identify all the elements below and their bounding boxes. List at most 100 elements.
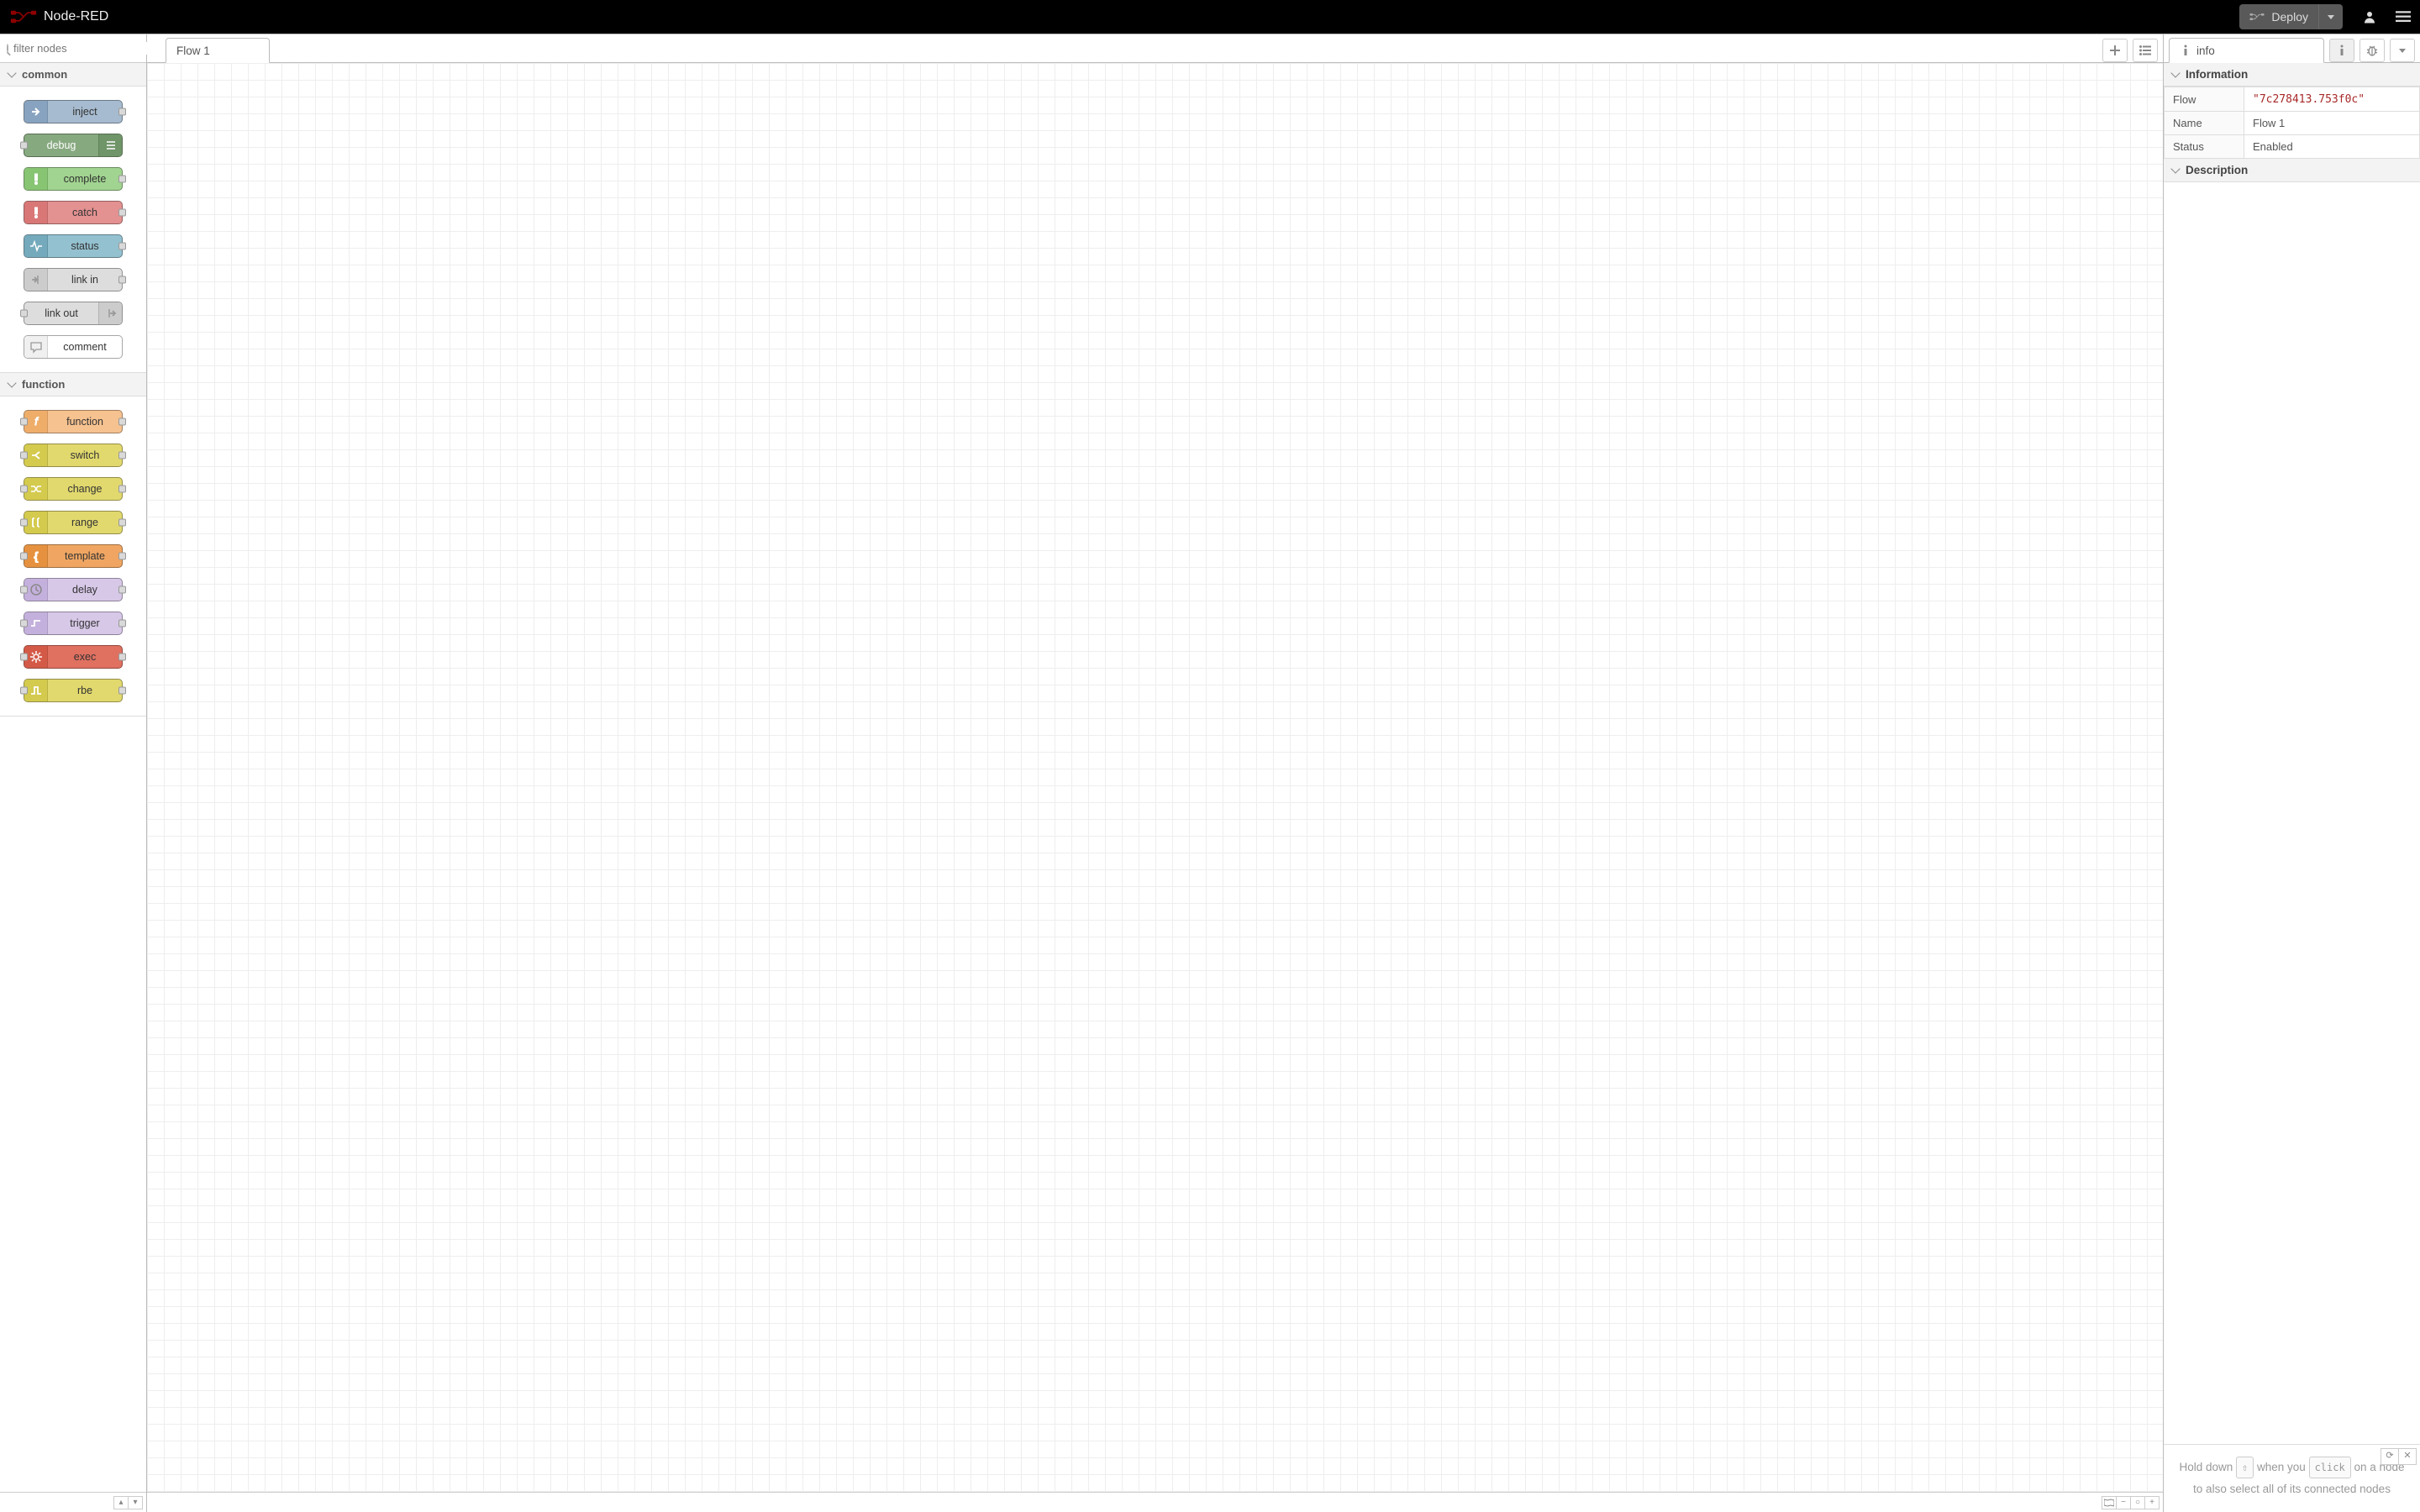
bug-icon <box>2365 45 2379 56</box>
user-icon <box>2362 9 2377 24</box>
range-icon <box>24 512 48 533</box>
sidebar-btn-debug[interactable] <box>2360 39 2385 62</box>
brace-icon <box>24 545 48 567</box>
palette-category-function[interactable]: function <box>0 373 146 396</box>
switch-icon <box>24 444 48 466</box>
node-port-right <box>118 586 126 594</box>
palette-node-delay[interactable]: delay <box>24 578 123 601</box>
table-row: Flow"7c278413.753f0c" <box>2165 87 2420 112</box>
deploy-icon <box>2249 11 2265 23</box>
palette-category-common[interactable]: common <box>0 63 146 87</box>
palette-body[interactable]: common inject debug complete catch status link… <box>0 63 146 1492</box>
node-port-right <box>118 687 126 695</box>
zoom-in-button[interactable]: + <box>2144 1496 2160 1509</box>
map-icon <box>2104 1499 2114 1507</box>
palette-node-catch[interactable]: catch <box>24 201 123 224</box>
plus-icon <box>2110 45 2120 55</box>
palette-node-complete[interactable]: complete <box>24 167 123 191</box>
info-icon <box>2338 45 2346 56</box>
caret-down-icon <box>2328 15 2334 19</box>
palette-node-rbe[interactable]: rbe <box>24 679 123 702</box>
node-label: link out <box>24 307 98 319</box>
list-icon <box>2139 45 2151 55</box>
user-button[interactable] <box>2353 0 2386 34</box>
palette-node-trigger[interactable]: trigger <box>24 612 123 635</box>
palette-node-change[interactable]: change <box>24 477 123 501</box>
menu-button[interactable] <box>2386 0 2420 34</box>
node-port-left <box>20 310 28 318</box>
app-header: Node-RED Deploy <box>0 0 2420 34</box>
trigger-icon <box>24 612 48 634</box>
palette-panel: common inject debug complete catch status link… <box>0 34 147 1512</box>
node-label: template <box>48 550 122 562</box>
chevron-down-icon <box>7 378 16 387</box>
tab-flow-1[interactable]: Flow 1 <box>166 38 270 63</box>
rbe-icon <box>24 680 48 701</box>
add-tab-button[interactable] <box>2102 39 2128 62</box>
node-port-left <box>20 620 28 627</box>
palette-search[interactable] <box>0 34 146 63</box>
zoom-reset-button[interactable]: ○ <box>2130 1496 2145 1509</box>
node-port-right <box>118 519 126 527</box>
node-label: comment <box>48 341 122 353</box>
navigator-button[interactable] <box>2102 1496 2117 1509</box>
node-label: rbe <box>48 685 122 696</box>
hamburger-icon <box>2395 9 2412 24</box>
zoom-out-button[interactable]: − <box>2116 1496 2131 1509</box>
workspace: Flow 1 − ○ + <box>147 34 2163 1512</box>
palette-node-template[interactable]: template <box>24 544 123 568</box>
node-port-right <box>118 276 126 284</box>
palette-node-debug[interactable]: debug <box>24 134 123 157</box>
exclaim-icon <box>24 202 48 223</box>
tip-box: ⟳ ✕ Hold down ⇧ when you click on a node… <box>2164 1444 2420 1512</box>
palette-node-range[interactable]: range <box>24 511 123 534</box>
sidebar-btn-more[interactable] <box>2390 39 2415 62</box>
chevron-down-icon <box>2170 68 2180 77</box>
section-description[interactable]: Description <box>2164 159 2420 182</box>
palette-node-link-out[interactable]: link out <box>24 302 123 325</box>
node-port-left <box>20 452 28 459</box>
comment-icon <box>24 336 48 358</box>
node-label: delay <box>48 584 122 596</box>
sidebar-tab-info[interactable]: info <box>2169 38 2324 63</box>
node-port-right <box>118 486 126 493</box>
palette-collapse-all[interactable]: ▴ <box>113 1496 129 1509</box>
palette-node-comment[interactable]: comment <box>24 335 123 359</box>
tip-refresh[interactable]: ⟳ <box>2381 1448 2399 1465</box>
palette-node-link-in[interactable]: link in <box>24 268 123 291</box>
node-port-right <box>118 452 126 459</box>
palette-node-exec[interactable]: exec <box>24 645 123 669</box>
sidebar-tabs: info <box>2164 34 2420 63</box>
chevron-down-icon <box>7 68 16 77</box>
palette-node-switch[interactable]: switch <box>24 444 123 467</box>
tabs-list-button[interactable] <box>2133 39 2158 62</box>
node-port-left <box>20 687 28 695</box>
deploy-button[interactable]: Deploy <box>2239 4 2343 29</box>
workspace-tabs: Flow 1 <box>147 34 2163 63</box>
flow-canvas[interactable] <box>147 63 2163 1492</box>
node-port-right <box>118 620 126 627</box>
node-port-left <box>20 142 28 150</box>
node-port-left <box>20 553 28 560</box>
shuffle-icon <box>24 478 48 500</box>
kbd-click: click <box>2309 1457 2351 1479</box>
node-label: inject <box>48 106 122 118</box>
palette-expand-all[interactable]: ▾ <box>128 1496 143 1509</box>
palette-node-function[interactable]: function <box>24 410 123 433</box>
nodered-logo-icon <box>10 10 37 24</box>
node-port-right <box>118 243 126 250</box>
sidebar-btn-info[interactable] <box>2329 39 2354 62</box>
arrow-right-icon <box>24 101 48 123</box>
section-information[interactable]: Information <box>2164 63 2420 87</box>
palette-node-inject[interactable]: inject <box>24 100 123 123</box>
link-out-icon <box>98 302 122 324</box>
deploy-dropdown[interactable] <box>2318 4 2343 29</box>
node-port-left <box>20 486 28 493</box>
tip-close[interactable]: ✕ <box>2398 1448 2417 1465</box>
palette-filter-input[interactable] <box>13 42 161 55</box>
node-label: complete <box>48 173 122 185</box>
search-icon <box>7 44 8 53</box>
node-label: change <box>48 483 122 495</box>
node-port-right <box>118 176 126 183</box>
palette-node-status[interactable]: status <box>24 234 123 258</box>
